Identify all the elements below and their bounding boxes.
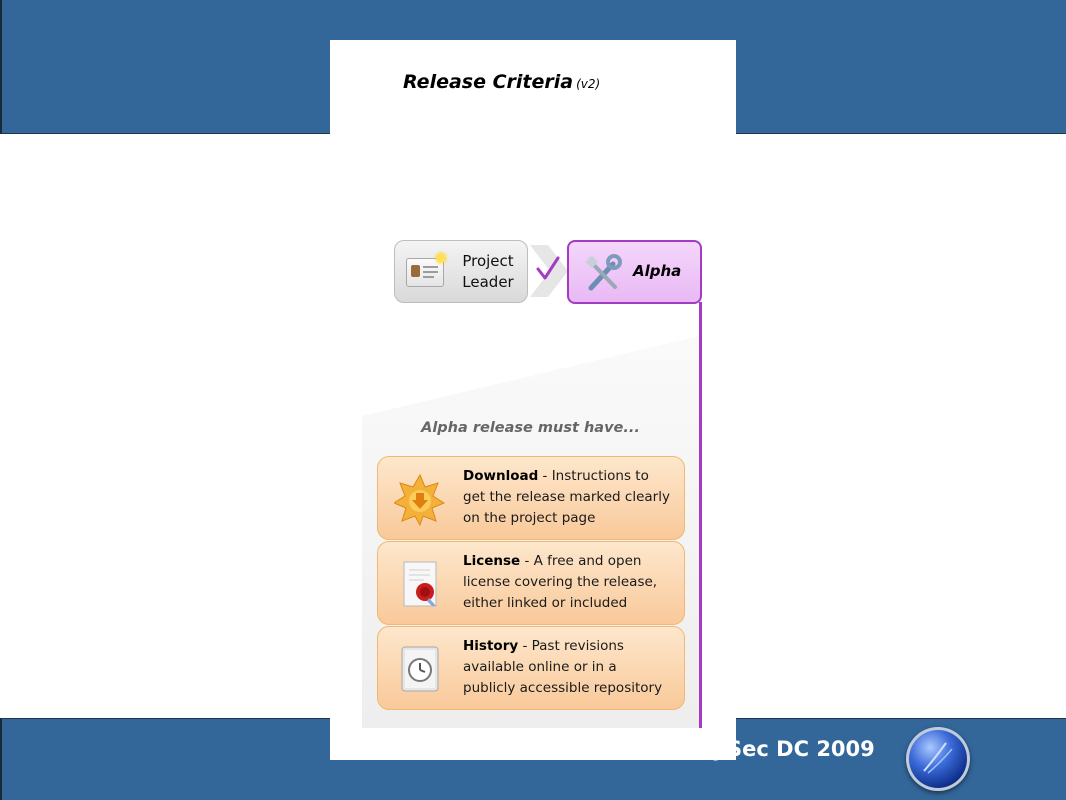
alpha-label: Alpha [633,262,682,280]
criterion-name: Download [463,468,539,484]
criterion-text: Download - Instructions to get the relea… [463,466,673,529]
owasp-logo-icon [906,727,970,791]
slide-title-version: (v2) [576,77,601,91]
history-icon [401,646,439,692]
criterion-text: History - Past revisions available onlin… [463,636,673,699]
slide-title: Release Criteria (v2) [403,71,600,93]
panel-heading: Alpha release must have... [421,420,640,436]
alpha-stage-box: Alpha [567,240,702,304]
arrow-check-icon [530,245,568,297]
id-card-icon [406,253,446,287]
download-icon [394,473,446,527]
slide-image: Release Criteria (v2) Project Leader Alph… [330,40,736,760]
project-leader-label: Project Leader [462,252,514,291]
criterion-name: History [463,638,519,654]
license-icon [403,561,437,607]
alpha-timeline-line [699,302,702,728]
project-leader-box: Project Leader [394,240,528,303]
tools-icon [586,254,622,291]
criterion-text: License - A free and open license coveri… [463,551,673,614]
criterion-license: License - A free and open license coveri… [377,541,685,625]
criterion-name: License [463,553,521,569]
slide-title-text: Release Criteria [403,71,574,93]
criterion-download: Download - Instructions to get the relea… [377,456,685,540]
criterion-history: History - Past revisions available onlin… [377,626,685,710]
event-label: pSec DC 2009 [712,737,875,761]
